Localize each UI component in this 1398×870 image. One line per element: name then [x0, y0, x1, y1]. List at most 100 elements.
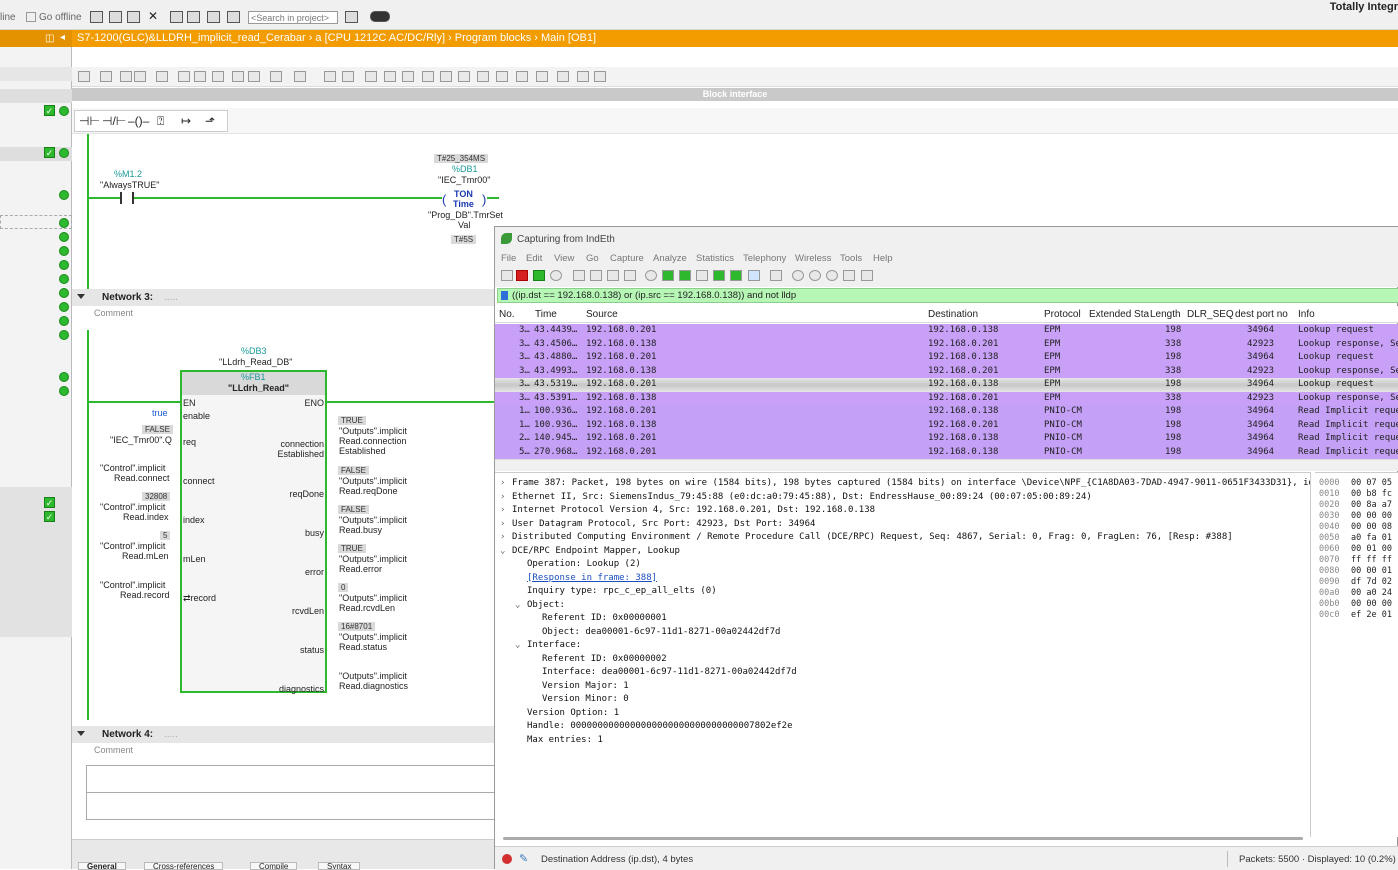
stop-capture-icon[interactable] [516, 270, 528, 281]
detail-line[interactable]: Referent ID: 0x00000002 [542, 654, 667, 664]
network-3-comment[interactable]: Comment [94, 308, 133, 318]
network-4-comment[interactable]: Comment [94, 745, 133, 755]
col-no[interactable]: No. [499, 309, 515, 320]
detail-line[interactable]: Ethernet II, Src: SiemensIndus_79:45:88 … [512, 492, 1092, 502]
col-length[interactable]: Length [1150, 309, 1181, 320]
go-offline-icon[interactable] [26, 12, 36, 22]
split-vertical-icon[interactable] [187, 11, 200, 23]
glasses-icon[interactable] [594, 71, 606, 82]
first-packet-icon[interactable] [713, 270, 725, 281]
detail-line[interactable]: Object: [527, 600, 565, 610]
detail-line[interactable]: Referent ID: 0x00000001 [542, 613, 667, 623]
breadcrumb-path[interactable]: S7-1200(GLC)&LLDRH_implicit_read_Cerabar… [77, 32, 596, 44]
insert-network-icon[interactable] [78, 71, 90, 82]
detail-line[interactable]: Version Option: 1 [527, 708, 619, 718]
go-to-icon[interactable] [365, 71, 377, 82]
go-back-icon[interactable] [662, 270, 674, 281]
coil-icon[interactable]: –()– [128, 114, 149, 128]
hex-bytes[interactable]: ef 2e 01 [1351, 610, 1392, 620]
col-dest-port[interactable]: dest port no [1235, 309, 1288, 320]
go-forward-icon[interactable] [679, 270, 691, 281]
col-time[interactable]: Time [535, 309, 557, 320]
restart-capture-icon[interactable] [533, 270, 545, 281]
menu-edit[interactable]: Edit [526, 253, 542, 264]
start-cpu-icon[interactable] [109, 11, 122, 23]
pin-rcvdlen[interactable]: rcvdLen [292, 606, 324, 616]
goggles-icon[interactable] [370, 11, 390, 22]
zoom-out-icon[interactable] [809, 270, 821, 281]
favorite-icon[interactable] [324, 71, 336, 82]
last-packet-icon[interactable] [730, 270, 742, 281]
pane-controls[interactable]: ◫ ◂ [0, 30, 72, 47]
open-branch-icon[interactable]: ↦ [181, 114, 191, 128]
detail-line[interactable]: Interface: [527, 640, 581, 650]
chevron-left-icon[interactable]: ◂ [60, 32, 65, 43]
pin-eno[interactable]: ENO [304, 398, 324, 408]
list-icon[interactable] [194, 71, 206, 82]
detail-line[interactable]: Operation: Lookup (2) [527, 559, 641, 569]
ton-coil[interactable]: ( TON Time ) [442, 189, 487, 209]
absolute-info-icon[interactable] [232, 71, 244, 82]
stop-cpu-icon[interactable] [127, 11, 140, 23]
detail-line[interactable]: Inquiry type: rpc_c_ep_all_elts (0) [527, 586, 717, 596]
go-offline-button[interactable]: Go offline [39, 12, 82, 23]
menu-capture[interactable]: Capture [610, 253, 644, 264]
network-3-header[interactable]: Network 3: ..... [72, 289, 497, 306]
abs-icon[interactable] [270, 71, 282, 82]
nc-contact-icon[interactable]: ⊣/⊢ [102, 114, 126, 128]
pin-connection[interactable]: connection [280, 439, 324, 449]
chevron-down-icon[interactable]: ⌄ [515, 600, 520, 610]
packet-details-tree[interactable]: › Frame 387: Packet, 198 bytes on wire (1… [495, 472, 1311, 837]
col-info[interactable]: Info [1298, 309, 1315, 320]
colorize-icon[interactable] [770, 270, 782, 281]
close-file-icon[interactable] [607, 270, 619, 281]
normal-size-icon[interactable] [826, 270, 838, 281]
menu-go[interactable]: Go [586, 253, 599, 264]
go-to-icon[interactable] [402, 71, 414, 82]
packet-row[interactable]: 1… 100.936… 192.168.0.201 192.168.0.138 PNIO… [495, 405, 1398, 419]
detail-line[interactable]: Max entries: 1 [527, 735, 603, 745]
packet-row[interactable]: 3… 43.4506… 192.168.0.138 192.168.0.201 EPM 3… [495, 337, 1398, 351]
abs-icon[interactable] [294, 71, 306, 82]
list-icon[interactable] [178, 71, 190, 82]
pin-mlen[interactable]: mLen [183, 554, 206, 564]
tree-row[interactable] [0, 89, 72, 103]
col-destination[interactable]: Destination [928, 309, 978, 320]
col-protocol[interactable]: Protocol [1044, 309, 1081, 320]
detail-line[interactable]: Version Major: 1 [542, 681, 629, 691]
zoom-in-icon[interactable] [792, 270, 804, 281]
capture-running-icon[interactable] [502, 854, 512, 864]
wireshark-titlebar[interactable]: Capturing from IndEth [495, 227, 1398, 251]
go-to-icon[interactable] [496, 71, 508, 82]
pin-busy[interactable]: busy [305, 528, 324, 538]
packet-row[interactable]: 3… 43.4880… 192.168.0.201 192.168.0.138 EPM 1… [495, 351, 1398, 365]
menu-telephony[interactable]: Telephony [743, 253, 786, 264]
chevron-right-icon[interactable]: › [500, 505, 505, 515]
contact-always-true[interactable] [120, 192, 134, 204]
packet-row[interactable]: 1… 100.936… 192.168.0.138 192.168.0.201 PNIO… [495, 418, 1398, 432]
network-4-body[interactable] [86, 765, 498, 820]
pin-enable[interactable]: enable [183, 411, 210, 421]
online-label[interactable]: line [0, 12, 16, 23]
hex-bytes[interactable]: ff ff ff [1351, 555, 1392, 565]
bookmark-icon[interactable] [501, 291, 508, 300]
menu-wireless[interactable]: Wireless [795, 253, 831, 264]
network-4-header[interactable]: Network 4: ..... [72, 726, 497, 743]
go-to-icon[interactable] [477, 71, 489, 82]
hex-bytes[interactable]: 00 01 00 [1351, 544, 1392, 554]
chevron-down-icon[interactable]: ⌄ [500, 546, 505, 556]
packet-list-scrollbar[interactable] [495, 459, 1398, 471]
detail-line[interactable]: Handle: 00000000000000000000000000000000… [527, 721, 793, 731]
search-icon[interactable] [345, 11, 358, 23]
go-to-icon[interactable] [458, 71, 470, 82]
project-search-input[interactable]: <Search in project> [248, 11, 338, 24]
details-hscrollbar[interactable] [503, 837, 1303, 840]
monitor-icon[interactable] [156, 71, 168, 82]
menu-file[interactable]: File [501, 253, 516, 264]
insert-row-icon[interactable] [134, 71, 146, 82]
chevron-right-icon[interactable]: › [500, 478, 505, 488]
layout-icon[interactable] [861, 270, 873, 281]
abs-icon[interactable] [248, 71, 260, 82]
pin-record[interactable]: ⇄record [183, 593, 216, 604]
menu-help[interactable]: Help [873, 253, 893, 264]
